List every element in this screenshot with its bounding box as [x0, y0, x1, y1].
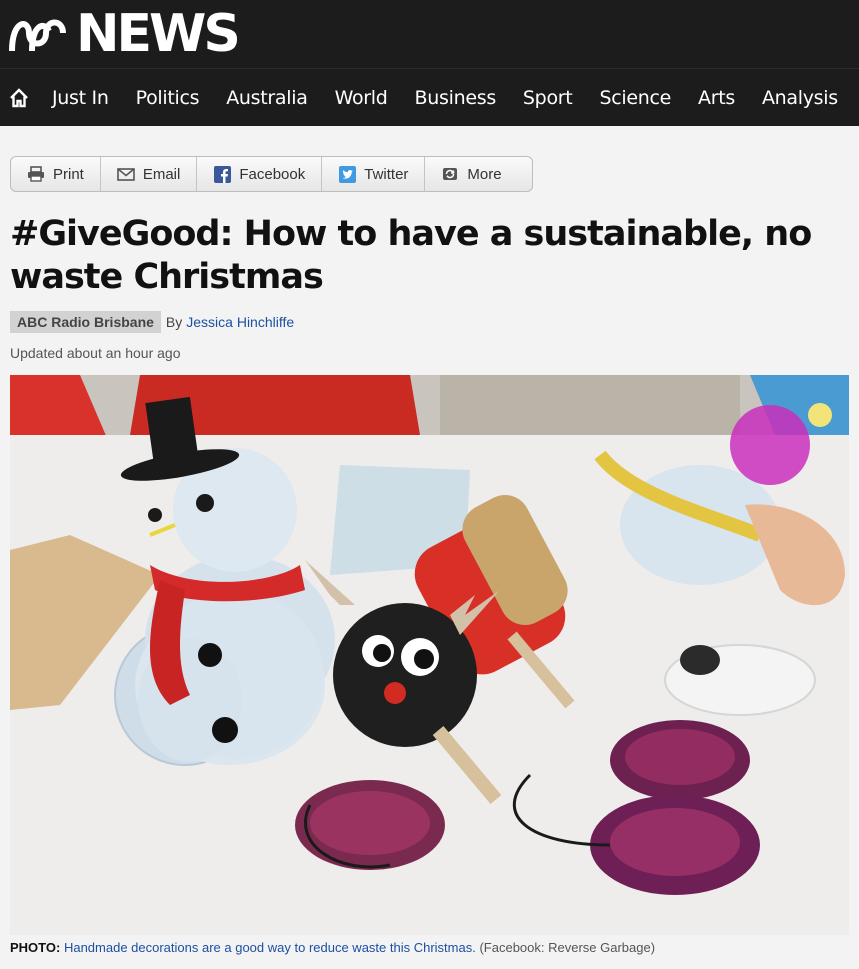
share-toolbar: Print Email Facebook Twitter More	[10, 156, 533, 192]
facebook-icon	[213, 165, 231, 183]
photo-caption: PHOTO: Handmade decorations are a good w…	[10, 940, 849, 955]
updated-timestamp: Updated about an hour ago	[10, 345, 181, 361]
caption-label: PHOTO:	[10, 940, 61, 955]
source-badge[interactable]: ABC Radio Brisbane	[10, 311, 161, 333]
nav-item-sport[interactable]: Sport	[523, 87, 573, 109]
nav-item-politics[interactable]: Politics	[136, 87, 200, 109]
abc-news-logo[interactable]: NEWS	[8, 4, 241, 64]
masthead: NEWS	[0, 0, 859, 68]
twitter-button[interactable]: Twitter	[322, 157, 426, 191]
article-photo[interactable]	[10, 375, 849, 935]
more-label: More	[467, 165, 502, 183]
nav-item-analysis[interactable]: Analysis	[762, 87, 838, 109]
nav-item-just-in[interactable]: Just In	[52, 87, 109, 109]
nav-item-business[interactable]: Business	[415, 87, 497, 109]
print-button[interactable]: Print	[11, 157, 101, 191]
print-icon	[27, 166, 45, 182]
share-more-icon	[441, 166, 459, 182]
email-icon	[117, 166, 135, 182]
facebook-label: Facebook	[239, 165, 306, 183]
nav-item-arts[interactable]: Arts	[698, 87, 735, 109]
email-label: Email	[142, 165, 181, 183]
author-link[interactable]: Jessica Hinchliffe	[186, 314, 294, 330]
photo-illustration	[10, 375, 849, 935]
nav-item-world[interactable]: World	[335, 87, 388, 109]
caption-credit: (Facebook: Reverse Garbage)	[479, 940, 656, 955]
article-content: Print Email Facebook Twitter More #GiveG…	[0, 126, 859, 955]
abc-logo-icon	[9, 19, 66, 52]
facebook-button[interactable]: Facebook	[197, 157, 323, 191]
more-button[interactable]: More	[425, 157, 531, 191]
twitter-label: Twitter	[364, 165, 409, 183]
main-nav: Just In Politics Australia World Busines…	[0, 68, 859, 126]
nav-item-australia[interactable]: Australia	[226, 87, 308, 109]
byline-prefix: By	[165, 314, 183, 330]
byline: ABC Radio Brisbane By Jessica Hinchliffe	[10, 311, 849, 333]
print-label: Print	[53, 165, 84, 183]
twitter-icon	[338, 165, 356, 183]
caption-link[interactable]: Handmade decorations are a good way to r…	[64, 940, 476, 955]
nav-item-science[interactable]: Science	[599, 87, 671, 109]
home-icon[interactable]	[8, 87, 30, 109]
logo-text: NEWS	[76, 4, 241, 64]
email-button[interactable]: Email	[101, 157, 198, 191]
article-headline: #GiveGood: How to have a sustainable, no…	[10, 214, 812, 297]
